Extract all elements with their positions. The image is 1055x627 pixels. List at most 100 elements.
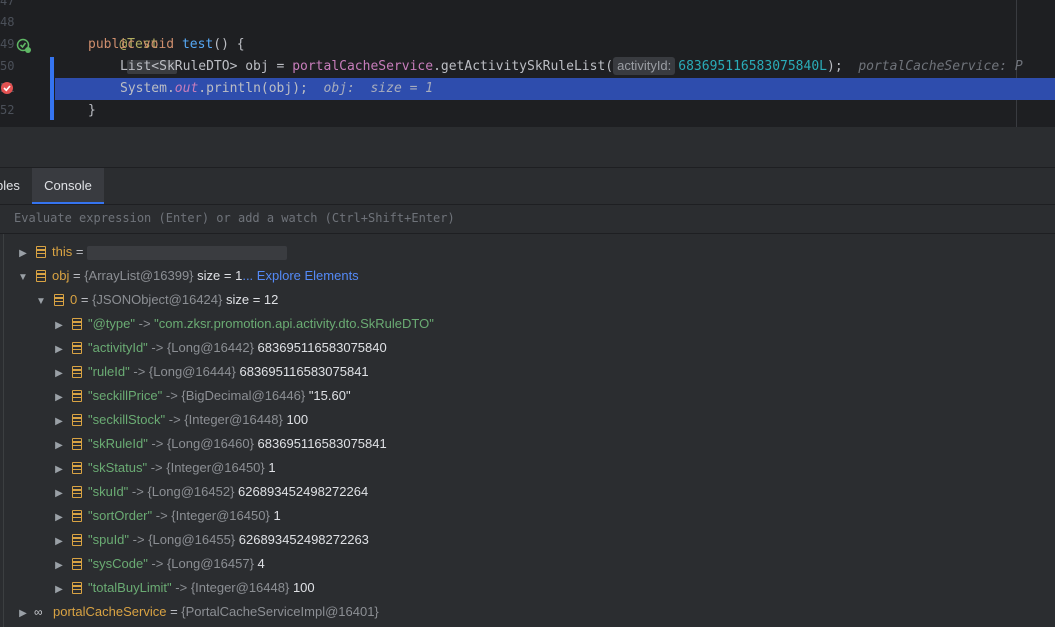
entry-type: {Integer@16448} bbox=[184, 412, 283, 427]
field-icon bbox=[72, 390, 82, 402]
collapse-arrow-icon[interactable]: ▼ bbox=[34, 290, 48, 314]
entry-arrow: -> bbox=[129, 364, 149, 379]
entry-value: 100 bbox=[286, 412, 309, 427]
field-icon bbox=[72, 582, 82, 594]
entry-key: "spuId" bbox=[88, 532, 130, 547]
code-text: .getActivitySkRuleList( bbox=[433, 59, 614, 74]
keyword: public bbox=[88, 37, 135, 52]
expand-arrow-icon[interactable]: ▶ bbox=[52, 386, 66, 410]
entry-key: "skRuleId" bbox=[88, 436, 148, 451]
keyword: void bbox=[142, 37, 175, 52]
entry-type: {Long@16457} bbox=[166, 556, 254, 571]
expand-arrow-icon[interactable]: ▶ bbox=[52, 554, 66, 578]
map-entry-row[interactable]: ▶ "sysCode" -> {Long@16457} 4 bbox=[52, 552, 265, 576]
field-icon bbox=[72, 486, 82, 498]
line-number: 48 bbox=[0, 15, 15, 29]
explore-elements-link[interactable]: Explore Elements bbox=[257, 268, 359, 283]
entry-arrow: -> bbox=[171, 580, 191, 595]
entry-arrow: -> bbox=[147, 556, 167, 571]
entry-key: "skStatus" bbox=[88, 460, 148, 475]
field-icon bbox=[72, 414, 82, 426]
tree-node-portal-cache-service[interactable]: ▶ ∞ portalCacheService = {PortalCacheServi… bbox=[16, 600, 379, 624]
expand-arrow-icon[interactable]: ▶ bbox=[52, 530, 66, 554]
line-number: 49 bbox=[0, 37, 15, 51]
entry-type: {Long@16442} bbox=[166, 340, 254, 355]
expand-arrow-icon[interactable]: ▶ bbox=[52, 458, 66, 482]
map-entry-row[interactable]: ▶ "spuId" -> {Long@16455} 626893452498272… bbox=[52, 528, 369, 552]
entry-type: {BigDecimal@16446} bbox=[181, 388, 306, 403]
editor-gutter: 47 48 49 50 51 52 bbox=[0, 0, 50, 127]
entry-value: 683695116583075841 bbox=[239, 364, 369, 379]
method-name: test bbox=[181, 37, 214, 52]
expand-arrow-icon[interactable]: ▶ bbox=[52, 482, 66, 506]
map-entry-row[interactable]: ▶ "skuId" -> {Long@16452} 626893452498272… bbox=[52, 480, 368, 504]
entry-value: 1 bbox=[268, 460, 276, 475]
debug-toolbar-area bbox=[0, 127, 1055, 168]
entry-arrow: -> bbox=[128, 484, 148, 499]
equals-sign: = bbox=[170, 604, 178, 619]
entry-arrow: -> bbox=[147, 436, 167, 451]
expand-arrow-icon[interactable]: ▶ bbox=[52, 314, 66, 338]
entry-arrow: -> bbox=[129, 532, 149, 547]
expand-arrow-icon[interactable]: ▶ bbox=[16, 242, 30, 266]
entry-value: 626893452498272264 bbox=[238, 484, 369, 499]
expand-arrow-icon[interactable]: ▶ bbox=[16, 602, 30, 626]
map-entry-row[interactable]: ▶ "sortOrder" -> {Integer@16450} 1 bbox=[52, 504, 281, 528]
map-entry-row[interactable]: ▶ "ruleId" -> {Long@16444} 68369511658307… bbox=[52, 360, 369, 384]
code-line-51: System.out.println(obj); obj: size = 1 bbox=[120, 78, 433, 100]
tree-node-this[interactable]: ▶ this = bbox=[16, 240, 288, 266]
tab-console[interactable]: Console bbox=[32, 168, 104, 204]
field-icon bbox=[72, 462, 82, 474]
entry-key: "seckillPrice" bbox=[88, 388, 163, 403]
field-icon bbox=[72, 510, 82, 522]
entry-type: {Integer@16448} bbox=[190, 580, 290, 595]
map-entry-row[interactable]: ▶ "seckillPrice" -> {BigDecimal@16446} "1… bbox=[52, 384, 351, 410]
expand-arrow-icon[interactable]: ▶ bbox=[52, 338, 66, 362]
map-entry-row[interactable]: ▶ "activityId" -> {Long@16442} 6836951165… bbox=[52, 336, 387, 360]
inline-debug-value: obj: size = 1 bbox=[323, 81, 434, 96]
code-line-52: } bbox=[88, 103, 96, 118]
map-entry-row[interactable]: ▶ "skRuleId" -> {Long@16460} 683695116583… bbox=[52, 432, 387, 456]
expand-arrow-icon[interactable]: ▶ bbox=[52, 362, 66, 386]
expand-arrow-icon[interactable]: ▶ bbox=[52, 410, 66, 434]
entry-key: "totalBuyLimit" bbox=[88, 580, 172, 595]
entry-arrow: -> bbox=[152, 508, 172, 523]
map-entry-row[interactable]: ▶ "@type" -> "com.zksr.promotion.api.acti… bbox=[52, 312, 434, 336]
expand-arrow-icon[interactable]: ▶ bbox=[52, 434, 66, 458]
map-entry-row[interactable]: ▶ "totalBuyLimit" -> {Integer@16448} 100 bbox=[52, 576, 315, 600]
expand-arrow-icon[interactable]: ▶ bbox=[52, 578, 66, 602]
field-icon bbox=[72, 366, 82, 378]
code-editor[interactable]: 47 48 49 50 51 52 @Test public void test… bbox=[0, 0, 1055, 127]
field-icon bbox=[54, 294, 64, 306]
var-size: size = 1 bbox=[197, 268, 243, 283]
run-test-icon[interactable] bbox=[16, 38, 32, 54]
line-number: 50 bbox=[0, 59, 15, 73]
collapse-arrow-icon[interactable]: ▼ bbox=[16, 266, 30, 290]
field-icon bbox=[36, 246, 46, 258]
entry-type: {Long@16452} bbox=[147, 484, 235, 499]
entry-arrow: -> bbox=[147, 340, 167, 355]
entry-value: "15.60" bbox=[308, 388, 351, 403]
line-number: 47 bbox=[0, 0, 15, 8]
expand-arrow-icon[interactable]: ▶ bbox=[52, 506, 66, 530]
tree-node-element-0[interactable]: ▼ 0 = {JSONObject@16424} size = 12 bbox=[34, 288, 278, 312]
field-icon bbox=[72, 342, 82, 354]
var-type: {JSONObject@16424} bbox=[92, 292, 223, 307]
entry-type: {Integer@16450} bbox=[171, 508, 270, 523]
evaluate-expression-input[interactable]: Evaluate expression (Enter) or add a wat… bbox=[0, 205, 1055, 234]
tab-variables[interactable]: bles bbox=[0, 168, 32, 204]
breakpoint-icon[interactable] bbox=[0, 81, 14, 95]
entry-key: "ruleId" bbox=[88, 364, 130, 379]
equals-sign: = bbox=[75, 244, 84, 259]
entry-type: {Long@16455} bbox=[148, 532, 236, 547]
field-icon bbox=[36, 270, 46, 282]
tree-node-obj[interactable]: ▼ obj = {ArrayList@16399} size = 1... Exp… bbox=[16, 264, 359, 288]
entry-arrow: -> bbox=[135, 316, 155, 331]
equals-sign: = bbox=[80, 292, 89, 307]
map-entry-row[interactable]: ▶ "skStatus" -> {Integer@16450} 1 bbox=[52, 456, 276, 482]
map-entry-row[interactable]: ▶ "seckillStock" -> {Integer@16448} 100 bbox=[52, 408, 308, 432]
entry-key: "activityId" bbox=[88, 340, 148, 355]
code-text: System. bbox=[120, 81, 175, 96]
entry-key: "@type" bbox=[88, 316, 135, 331]
entry-arrow: -> bbox=[165, 412, 185, 427]
